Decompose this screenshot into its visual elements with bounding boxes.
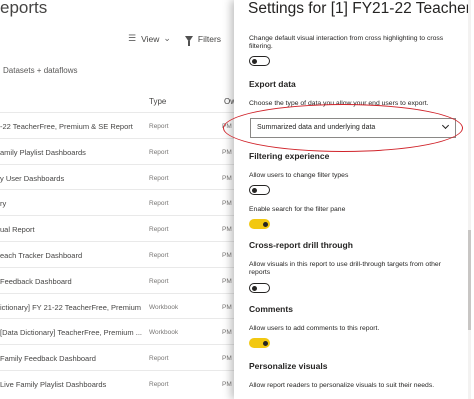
pane-title: Settings for [1] FY21-22 Teacher [248, 0, 471, 17]
export-data-heading: Export data [249, 79, 296, 89]
overlay-dim [0, 0, 240, 399]
settings-pane: Settings for [1] FY21-22 Teacher Change … [234, 0, 474, 399]
toggle-knob [262, 340, 268, 346]
drill-through-description: Allow visuals in this report to use dril… [249, 261, 441, 277]
toggle-knob [252, 58, 257, 64]
change-filter-types-toggle[interactable] [249, 185, 270, 195]
change-filter-types-label: Allow users to change filter types [249, 172, 349, 179]
filtering-heading: Filtering experience [249, 151, 330, 161]
toggle-knob [262, 221, 268, 227]
chevron-down-icon [441, 121, 450, 130]
drill-through-toggle[interactable] [249, 283, 270, 293]
export-data-selected: Summarized data and underlying data [257, 124, 376, 131]
personalize-description: Allow report readers to personalize visu… [249, 382, 435, 389]
drill-through-heading: Cross-report drill through [249, 240, 353, 250]
cross-filter-description: Change default visual interaction from c… [249, 35, 444, 51]
export-data-description: Choose the type of data you allow your e… [249, 100, 429, 107]
filter-search-toggle[interactable] [249, 219, 270, 229]
pane-scrollbar-thumb[interactable] [468, 230, 471, 330]
comments-toggle[interactable] [249, 338, 270, 348]
export-data-dropdown[interactable]: Summarized data and underlying data [250, 118, 456, 138]
pane-scrollbar-track[interactable] [468, 0, 471, 399]
comments-description: Allow users to add comments to this repo… [249, 325, 380, 332]
comments-heading: Comments [249, 304, 293, 314]
filter-search-label: Enable search for the filter pane [249, 206, 346, 213]
toggle-knob [252, 285, 257, 291]
personalize-heading: Personalize visuals [249, 361, 328, 371]
toggle-knob [252, 187, 257, 193]
cross-filter-toggle[interactable] [249, 56, 270, 66]
